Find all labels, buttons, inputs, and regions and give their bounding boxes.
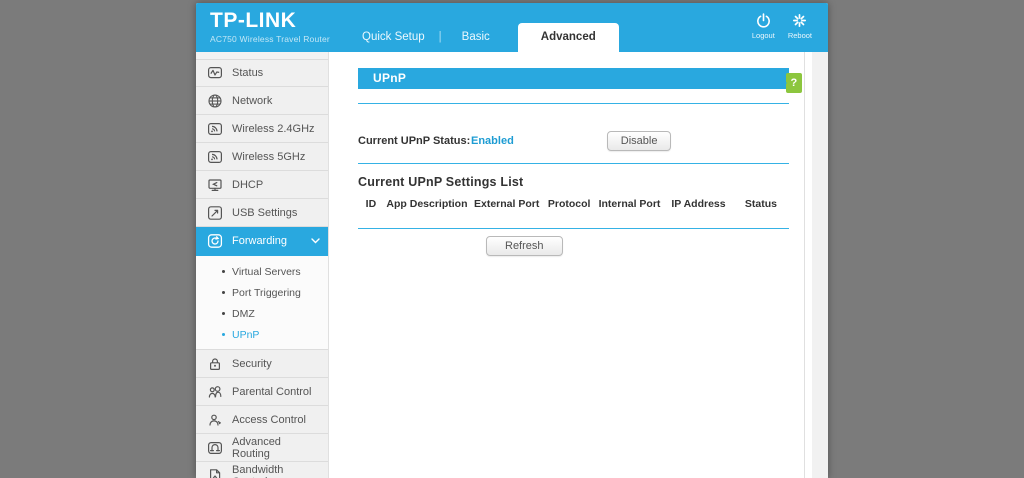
submenu-item-label: DMZ	[232, 308, 255, 320]
tab-separator: |	[439, 31, 442, 52]
wireless-icon	[207, 121, 223, 137]
sidebar-item-forwarding[interactable]: Forwarding	[196, 227, 328, 256]
bullet-icon	[222, 333, 225, 336]
dhcp-icon	[207, 177, 223, 193]
sidebar-item-label: Security	[232, 358, 272, 370]
upnp-status-label: Current UPnP Status:	[358, 135, 471, 147]
column-header-external-port: External Port	[470, 198, 543, 210]
tab-advanced[interactable]: Advanced	[518, 23, 619, 52]
top-nav-tabs: Quick Setup | Basic Advanced	[348, 23, 619, 52]
sidebar-item-bandwidth-control[interactable]: Bandwidth Control	[196, 462, 328, 478]
disable-button[interactable]: Disable	[607, 131, 672, 151]
column-header-internal-port: Internal Port	[595, 198, 664, 210]
logout-label: Logout	[752, 31, 775, 40]
page-title: UPnP	[373, 71, 406, 85]
bullet-icon	[222, 291, 225, 294]
sidebar-item-access-control[interactable]: Access Control	[196, 406, 328, 434]
reboot-button[interactable]: Reboot	[788, 12, 812, 40]
tab-quick-setup[interactable]: Quick Setup	[348, 31, 439, 52]
submenu-item-dmz[interactable]: DMZ	[196, 303, 328, 324]
upnp-status-value: Enabled	[471, 135, 514, 147]
network-icon	[207, 93, 223, 109]
person-icon	[207, 412, 223, 428]
sidebar-item-wireless-24ghz[interactable]: Wireless 2.4GHz	[196, 115, 328, 143]
sidebar-item-advanced-routing[interactable]: Advanced Routing	[196, 434, 328, 462]
submenu-item-upnp[interactable]: UPnP	[196, 324, 328, 345]
scrollbar-track[interactable]	[804, 52, 828, 478]
parental-icon	[207, 384, 223, 400]
forwarding-icon	[207, 233, 223, 249]
tp-link-logo: TP-LINK	[210, 10, 330, 32]
router-model-label: AC750 Wireless Travel Router	[210, 34, 330, 44]
sidebar-item-label: USB Settings	[232, 207, 297, 219]
sidebar-item-label: Wireless 5GHz	[232, 151, 305, 163]
bullet-icon	[222, 270, 225, 273]
sidebar-item-wireless-5ghz[interactable]: Wireless 5GHz	[196, 143, 328, 171]
sidebar-item-label: DHCP	[232, 179, 263, 191]
tab-basic[interactable]: Basic	[442, 31, 510, 52]
header-actions: Logout Reboot	[752, 12, 812, 40]
column-header-status: Status	[733, 198, 789, 210]
router-admin-window: TP-LINK AC750 Wireless Travel Router Qui…	[196, 3, 828, 478]
sidebar-item-label: Parental Control	[232, 386, 312, 398]
wireless-icon	[207, 149, 223, 165]
column-header-id: ID	[358, 198, 384, 210]
help-button[interactable]: ?	[786, 73, 802, 93]
power-icon	[755, 12, 772, 29]
bandwidth-icon	[207, 468, 223, 478]
sidebar-item-label: Network	[232, 95, 272, 107]
upnp-status-row: Current UPnP Status: Enabled Disable	[358, 130, 789, 151]
divider	[358, 103, 789, 104]
reboot-icon	[791, 12, 808, 29]
routing-icon	[207, 440, 223, 456]
divider	[358, 163, 789, 164]
bullet-icon	[222, 312, 225, 315]
refresh-button[interactable]: Refresh	[486, 236, 563, 256]
brand-block: TP-LINK AC750 Wireless Travel Router	[210, 10, 330, 44]
sidebar-nav: Status Network	[196, 52, 329, 478]
sidebar-item-label: Bandwidth Control	[232, 464, 320, 478]
reboot-label: Reboot	[788, 31, 812, 40]
sidebar-item-usb-settings[interactable]: USB Settings	[196, 199, 328, 227]
forwarding-submenu: Virtual Servers Port Triggering DMZ UPnP	[196, 256, 328, 350]
logout-button[interactable]: Logout	[752, 12, 775, 40]
page-title-bar: UPnP ?	[358, 68, 789, 89]
divider	[358, 228, 789, 229]
sidebar-item-label: Advanced Routing	[232, 436, 320, 460]
chevron-down-icon	[311, 238, 320, 244]
lock-icon	[207, 356, 223, 372]
page-body: Status Network	[196, 52, 828, 478]
sidebar-item-label: Wireless 2.4GHz	[232, 123, 315, 135]
sidebar-item-parental-control[interactable]: Parental Control	[196, 378, 328, 406]
settings-list-title: Current UPnP Settings List	[358, 175, 789, 189]
submenu-item-port-triggering[interactable]: Port Triggering	[196, 282, 328, 303]
main-content: UPnP ? Current UPnP Status: Enabled Disa…	[329, 52, 804, 478]
top-header: TP-LINK AC750 Wireless Travel Router Qui…	[196, 3, 828, 52]
column-header-app-description: App Description	[384, 198, 470, 210]
usb-icon	[207, 205, 223, 221]
submenu-item-label: UPnP	[232, 329, 259, 341]
sidebar-item-label: Forwarding	[232, 235, 287, 247]
sidebar-item-label: Status	[232, 67, 263, 79]
settings-table-header: ID App Description External Port Protoco…	[358, 198, 789, 210]
status-icon	[207, 65, 223, 81]
column-header-protocol: Protocol	[543, 198, 595, 210]
submenu-item-label: Port Triggering	[232, 287, 301, 299]
column-header-ip-address: IP Address	[664, 198, 733, 210]
sidebar-item-label: Access Control	[232, 414, 306, 426]
sidebar-item-status[interactable]: Status	[196, 59, 328, 87]
sidebar-item-network[interactable]: Network	[196, 87, 328, 115]
sidebar-item-security[interactable]: Security	[196, 350, 328, 378]
sidebar-item-dhcp[interactable]: DHCP	[196, 171, 328, 199]
submenu-item-label: Virtual Servers	[232, 266, 301, 278]
submenu-item-virtual-servers[interactable]: Virtual Servers	[196, 261, 328, 282]
